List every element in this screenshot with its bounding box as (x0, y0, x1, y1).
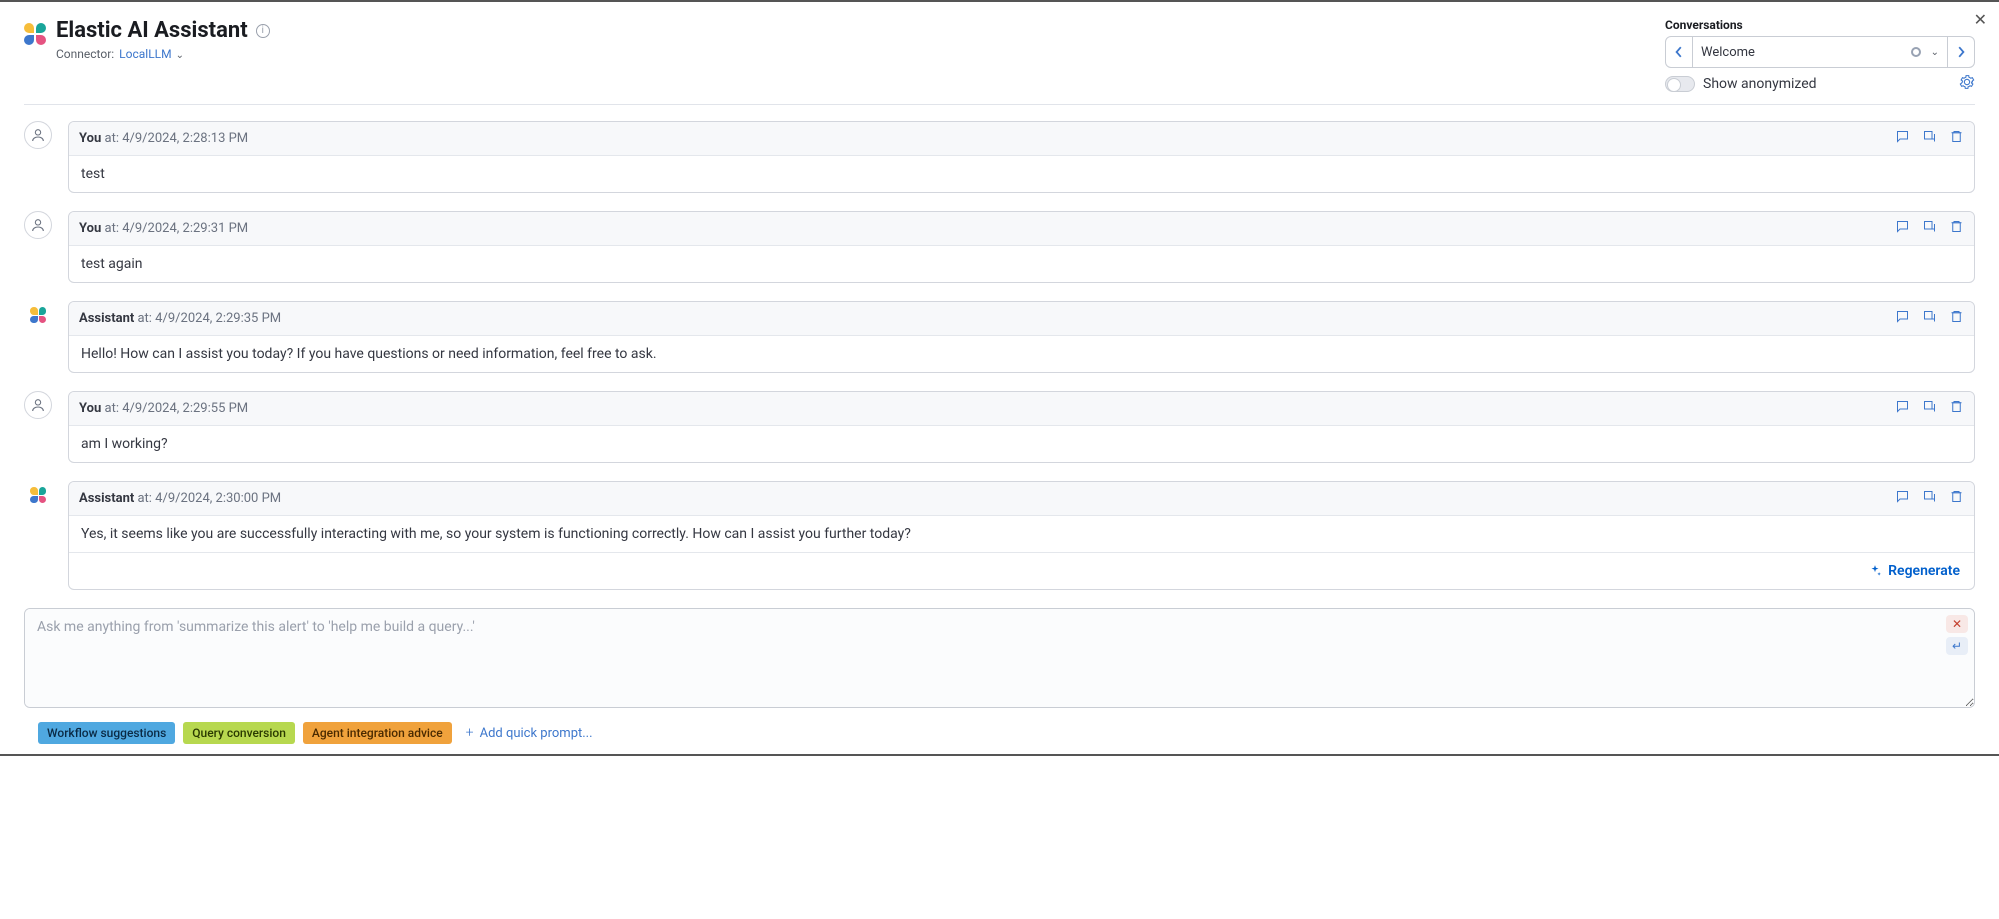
connector-row: Connector: LocalLLM⌄ (56, 47, 270, 61)
message-role: You (79, 131, 101, 146)
chevron-right-icon (1955, 46, 1967, 58)
message-header: You at: 4/9/2024, 2:29:55 PM (69, 392, 1974, 426)
message-actions (1895, 219, 1964, 238)
assistant-message: Assistant at: 4/9/2024, 2:30:00 PM Yes, … (24, 481, 1975, 590)
message-timestamp: at: 4/9/2024, 2:29:55 PM (105, 401, 249, 416)
copy-icon[interactable] (1922, 309, 1937, 328)
info-icon[interactable]: i (256, 24, 270, 38)
comment-icon[interactable] (1895, 129, 1910, 148)
gear-icon (1959, 74, 1975, 90)
message-header: You at: 4/9/2024, 2:29:31 PM (69, 212, 1974, 246)
regenerate-button[interactable]: Regenerate (69, 552, 1974, 589)
message-actions (1895, 399, 1964, 418)
message-timestamp: at: 4/9/2024, 2:28:13 PM (105, 131, 249, 146)
message-header: You at: 4/9/2024, 2:28:13 PM (69, 122, 1974, 156)
message-body: am I working? (69, 426, 1974, 462)
header: Elastic AI Assistant i Connector: LocalL… (24, 18, 1975, 105)
settings-button[interactable] (1959, 74, 1975, 94)
delete-icon[interactable] (1949, 219, 1964, 238)
message-role: You (79, 401, 101, 416)
sparkle-icon (1868, 564, 1882, 578)
comment-icon[interactable] (1895, 219, 1910, 238)
quick-prompts: Workflow suggestions Query conversion Ag… (24, 722, 1975, 744)
user-avatar (24, 391, 52, 419)
message-timestamp: at: 4/9/2024, 2:30:00 PM (137, 491, 281, 506)
connector-select[interactable]: LocalLLM⌄ (119, 47, 184, 61)
conversations-label: Conversations (1665, 18, 1975, 32)
show-anonymized-label: Show anonymized (1703, 76, 1817, 92)
message-body: Hello! How can I assist you today? If yo… (69, 336, 1974, 372)
message-timestamp: at: 4/9/2024, 2:29:31 PM (105, 221, 249, 236)
user-message: You at: 4/9/2024, 2:29:31 PM test again (24, 211, 1975, 283)
assistant-message: Assistant at: 4/9/2024, 2:29:35 PM Hello… (24, 301, 1975, 373)
conversation-selected-name: Welcome (1701, 45, 1905, 60)
message-bubble: You at: 4/9/2024, 2:29:31 PM test again (68, 211, 1975, 283)
message-actions (1895, 129, 1964, 148)
quick-prompt-chip[interactable]: Workflow suggestions (38, 722, 175, 744)
delete-icon[interactable] (1949, 309, 1964, 328)
message-body: test (69, 156, 1974, 192)
message-actions (1895, 489, 1964, 508)
chevron-down-icon: ⌄ (1931, 47, 1939, 58)
status-dot-icon (1911, 47, 1921, 57)
comment-icon[interactable] (1895, 399, 1910, 418)
conversation-next-button[interactable] (1947, 36, 1975, 68)
message-role: Assistant (79, 491, 134, 506)
message-bubble: Assistant at: 4/9/2024, 2:29:35 PM Hello… (68, 301, 1975, 373)
conversation-select[interactable]: Welcome ⌄ (1693, 36, 1947, 68)
assistant-avatar (24, 481, 52, 509)
message-bubble: You at: 4/9/2024, 2:28:13 PM test (68, 121, 1975, 193)
send-button[interactable]: ↵ (1946, 637, 1968, 655)
message-header: Assistant at: 4/9/2024, 2:29:35 PM (69, 302, 1974, 336)
prompt-input[interactable] (35, 617, 1964, 699)
user-message: You at: 4/9/2024, 2:28:13 PM test (24, 121, 1975, 193)
page-title: Elastic AI Assistant i (56, 18, 270, 43)
add-quick-prompt-button[interactable]: + Add quick prompt... (466, 725, 593, 741)
assistant-avatar (24, 301, 52, 329)
chevron-down-icon: ⌄ (176, 50, 184, 61)
delete-icon[interactable] (1949, 489, 1964, 508)
show-anonymized-toggle[interactable] (1665, 76, 1695, 92)
copy-icon[interactable] (1922, 489, 1937, 508)
message-role: You (79, 221, 101, 236)
message-bubble: Assistant at: 4/9/2024, 2:30:00 PM Yes, … (68, 481, 1975, 590)
copy-icon[interactable] (1922, 219, 1937, 238)
plus-icon: + (466, 725, 474, 741)
user-avatar (24, 121, 52, 149)
message-thread: You at: 4/9/2024, 2:28:13 PM test You at… (24, 121, 1975, 590)
message-bubble: You at: 4/9/2024, 2:29:55 PM am I workin… (68, 391, 1975, 463)
copy-icon[interactable] (1922, 399, 1937, 418)
copy-icon[interactable] (1922, 129, 1937, 148)
close-icon[interactable]: ✕ (1974, 10, 1987, 29)
quick-prompt-chip[interactable]: Agent integration advice (303, 722, 452, 744)
chevron-left-icon (1673, 46, 1685, 58)
message-header: Assistant at: 4/9/2024, 2:30:00 PM (69, 482, 1974, 516)
message-role: Assistant (79, 311, 134, 326)
message-actions (1895, 309, 1964, 328)
delete-icon[interactable] (1949, 129, 1964, 148)
message-body: Yes, it seems like you are successfully … (69, 516, 1974, 552)
clear-input-button[interactable]: ✕ (1946, 615, 1968, 633)
elastic-logo (24, 23, 46, 45)
message-timestamp: at: 4/9/2024, 2:29:35 PM (137, 311, 281, 326)
user-message: You at: 4/9/2024, 2:29:55 PM am I workin… (24, 391, 1975, 463)
comment-icon[interactable] (1895, 309, 1910, 328)
quick-prompt-chip[interactable]: Query conversion (183, 722, 295, 744)
conversation-prev-button[interactable] (1665, 36, 1693, 68)
user-avatar (24, 211, 52, 239)
delete-icon[interactable] (1949, 399, 1964, 418)
prompt-input-area: ✕ ↵ (24, 608, 1975, 708)
message-body: test again (69, 246, 1974, 282)
comment-icon[interactable] (1895, 489, 1910, 508)
